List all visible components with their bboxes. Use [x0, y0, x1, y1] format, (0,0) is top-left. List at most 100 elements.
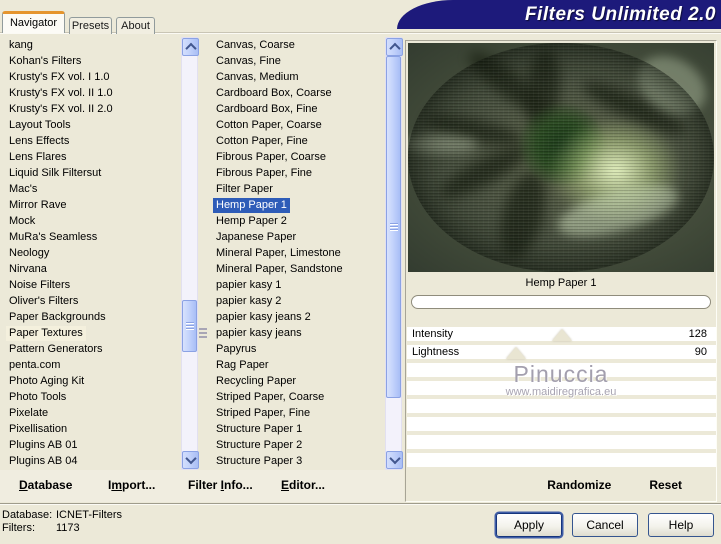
list-item[interactable]: Papyrus — [213, 342, 381, 358]
list-item[interactable]: Plugins AB 01 — [6, 438, 178, 454]
randomize-button[interactable]: Randomize — [547, 478, 611, 492]
list-item[interactable]: Cotton Paper, Coarse — [213, 118, 381, 134]
list-item[interactable]: Photo Aging Kit — [6, 374, 178, 390]
list-item[interactable]: Neology — [6, 246, 178, 262]
list-item[interactable]: Pixellisation — [6, 422, 178, 438]
status-filters-value: 1173 — [56, 522, 80, 534]
selected-filter-caption: Hemp Paper 1 — [525, 277, 597, 289]
list-item[interactable]: Cotton Paper, Fine — [213, 134, 381, 150]
list-item[interactable]: penta.com — [6, 358, 178, 374]
editor-button[interactable]: Editor... — [281, 478, 325, 492]
list-item[interactable]: Pixelate — [6, 406, 178, 422]
filter-list-scrollbar[interactable] — [385, 37, 403, 470]
slider-thumb[interactable] — [506, 347, 527, 359]
list-item[interactable]: Fibrous Paper, Coarse — [213, 150, 381, 166]
list-item[interactable]: Mirror Rave — [6, 198, 178, 214]
list-item[interactable]: Noise Filters — [6, 278, 178, 294]
tab-about[interactable]: About — [116, 17, 155, 34]
scrollbar-thumb[interactable] — [182, 300, 197, 352]
list-item[interactable]: Paper Backgrounds — [6, 310, 178, 326]
list-item[interactable]: Rag Paper — [213, 358, 381, 374]
category-list[interactable]: kang Kohan's Filters Krusty's FX vol. I 1.… — [6, 38, 178, 470]
cancel-button[interactable]: Cancel — [572, 513, 638, 537]
list-item[interactable]: Canvas, Medium — [213, 70, 381, 86]
slider-label: Lightness — [412, 346, 460, 358]
list-item[interactable]: papier kasy jeans — [213, 326, 381, 342]
tab-about-label: About — [121, 20, 150, 32]
list-item[interactable]: papier kasy 2 — [213, 294, 381, 310]
list-item[interactable]: Japanese Paper — [213, 230, 381, 246]
list-item[interactable]: Canvas, Coarse — [213, 38, 381, 54]
list-item[interactable]: Krusty's FX vol. II 2.0 — [6, 102, 178, 118]
list-item[interactable]: Mock — [6, 214, 178, 230]
slider-empty-row — [407, 363, 716, 377]
scroll-up-button[interactable] — [182, 38, 199, 56]
scroll-up-button[interactable] — [386, 38, 403, 56]
list-item[interactable]: Lens Effects — [6, 134, 178, 150]
list-item[interactable]: papier kasy jeans 2 — [213, 310, 381, 326]
slider-rows: Intensity 128 Lightness 90 — [407, 327, 716, 467]
list-item[interactable]: Paper Textures — [6, 326, 178, 342]
thumb-grip-icon — [390, 223, 398, 232]
list-item[interactable]: Mineral Paper, Sandstone — [213, 262, 381, 278]
list-item[interactable]: Mineral Paper, Limestone — [213, 246, 381, 262]
chevron-down-icon — [388, 452, 401, 465]
scrollbar-thumb[interactable] — [386, 56, 401, 398]
list-item[interactable]: Striped Paper, Fine — [213, 406, 381, 422]
list-item[interactable]: Krusty's FX vol. II 1.0 — [6, 86, 178, 102]
list-item[interactable]: MuRa's Seamless — [6, 230, 178, 246]
filter-info-button[interactable]: Filter Info... — [188, 478, 253, 492]
list-item[interactable]: Plugins AB 04 — [6, 454, 178, 470]
list-item[interactable]: Structure Paper 2 — [213, 438, 381, 454]
list-item[interactable]: Recycling Paper — [213, 374, 381, 390]
list-item[interactable]: Fibrous Paper, Fine — [213, 166, 381, 182]
app-title: Filters Unlimited 2.0 — [524, 3, 716, 25]
list-item[interactable]: Liquid Silk Filtersut — [6, 166, 178, 182]
status-divider-highlight — [0, 504, 721, 505]
list-item[interactable]: Nirvana — [6, 262, 178, 278]
scroll-down-button[interactable] — [386, 451, 403, 469]
progress-bar — [411, 295, 711, 309]
import-button[interactable]: Import... — [108, 478, 155, 492]
list-item[interactable]: Cardboard Box, Coarse — [213, 86, 381, 102]
list-item[interactable]: Filter Paper — [213, 182, 381, 198]
list-item[interactable]: Cardboard Box, Fine — [213, 102, 381, 118]
slider-lightness[interactable]: Lightness 90 — [407, 345, 716, 359]
list-item[interactable]: Kohan's Filters — [6, 54, 178, 70]
list-item[interactable]: Structure Paper 3 — [213, 454, 381, 470]
slider-empty-row — [407, 453, 716, 467]
database-button[interactable]: Database — [19, 478, 72, 492]
tab-navigator[interactable]: Navigator — [2, 11, 65, 33]
filter-list[interactable]: Canvas, Coarse Canvas, Fine Canvas, Medium… — [213, 38, 381, 470]
slider-thumb[interactable] — [552, 329, 573, 341]
list-item[interactable]: Structure Paper 1 — [213, 422, 381, 438]
panel-bottom-strip: Randomize Reset — [406, 469, 716, 501]
list-item[interactable]: Photo Tools — [6, 390, 178, 406]
status-bar: Database: ICNET-Filters Filters: 1173 — [2, 509, 122, 535]
scroll-down-button[interactable] — [182, 451, 199, 469]
apply-button[interactable]: Apply — [496, 513, 562, 537]
slider-label: Intensity — [412, 328, 453, 340]
list-item[interactable]: Striped Paper, Coarse — [213, 390, 381, 406]
splitter-grip-icon[interactable] — [199, 328, 207, 340]
list-item[interactable]: Canvas, Fine — [213, 54, 381, 70]
list-item[interactable]: Pattern Generators — [6, 342, 178, 358]
list-item[interactable]: Oliver's Filters — [6, 294, 178, 310]
list-item[interactable]: Hemp Paper 2 — [213, 214, 381, 230]
list-item[interactable]: Layout Tools — [6, 118, 178, 134]
list-item[interactable]: Lens Flares — [6, 150, 178, 166]
list-item[interactable]: Hemp Paper 1 — [213, 198, 381, 214]
status-database-label: Database: — [2, 509, 53, 521]
status-filters-label: Filters: — [2, 522, 35, 534]
preview-image — [408, 43, 714, 272]
list-item[interactable]: Mac's — [6, 182, 178, 198]
reset-button[interactable]: Reset — [649, 478, 682, 492]
list-item[interactable]: papier kasy 1 — [213, 278, 381, 294]
slider-intensity[interactable]: Intensity 128 — [407, 327, 716, 341]
list-item[interactable]: Krusty's FX vol. I 1.0 — [6, 70, 178, 86]
help-button[interactable]: Help — [648, 513, 714, 537]
category-list-scrollbar[interactable] — [181, 37, 199, 470]
tab-presets[interactable]: Presets — [69, 17, 112, 34]
list-item[interactable]: kang — [6, 38, 178, 54]
slider-empty-row — [407, 381, 716, 395]
